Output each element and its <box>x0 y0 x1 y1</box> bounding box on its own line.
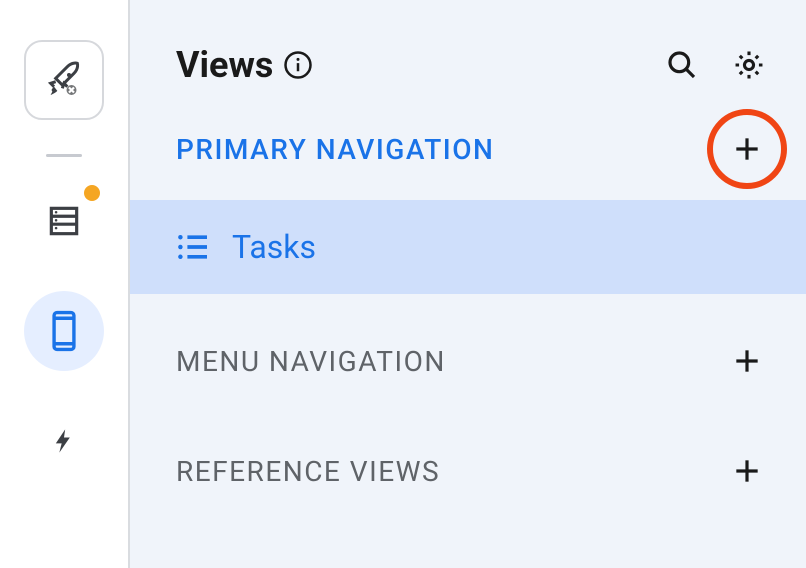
section-reference-views: REFERENCE VIEWS <box>130 438 806 504</box>
section-primary-navigation: PRIMARY NAVIGATION <box>130 116 806 182</box>
section-label-primary: PRIMARY NAVIGATION <box>176 133 494 166</box>
gear-icon[interactable] <box>732 48 766 82</box>
rail-divider <box>46 154 82 157</box>
section-label-reference: REFERENCE VIEWS <box>176 455 440 488</box>
rail-item-automation[interactable] <box>34 411 94 471</box>
panel-title-text: Views <box>176 44 273 86</box>
view-item-tasks[interactable]: Tasks <box>130 200 806 294</box>
rail-item-data[interactable] <box>34 191 94 251</box>
info-icon[interactable] <box>283 50 313 80</box>
rail-app-icon-box[interactable] <box>24 40 104 120</box>
database-icon <box>45 202 83 240</box>
section-menu-navigation: MENU NAVIGATION <box>130 328 806 394</box>
add-menu-view-button[interactable] <box>728 342 766 380</box>
plus-icon <box>731 455 763 487</box>
add-reference-view-button[interactable] <box>728 452 766 490</box>
add-primary-view-button[interactable] <box>728 130 766 168</box>
plus-icon <box>731 133 763 165</box>
lightning-icon <box>50 421 78 461</box>
header-actions <box>666 48 766 82</box>
section-label-menu: MENU NAVIGATION <box>176 345 446 378</box>
list-icon <box>176 233 210 261</box>
rail-item-views[interactable] <box>24 291 104 371</box>
sidebar-rail <box>0 0 130 568</box>
notification-badge <box>84 185 100 201</box>
search-icon[interactable] <box>666 49 698 81</box>
rocket-icon <box>44 60 84 100</box>
panel-title: Views <box>176 44 313 86</box>
mobile-icon <box>47 308 81 354</box>
panel-header: Views <box>130 0 806 116</box>
plus-icon <box>731 345 763 377</box>
view-item-label: Tasks <box>232 228 316 266</box>
views-panel: Views <box>130 0 806 568</box>
